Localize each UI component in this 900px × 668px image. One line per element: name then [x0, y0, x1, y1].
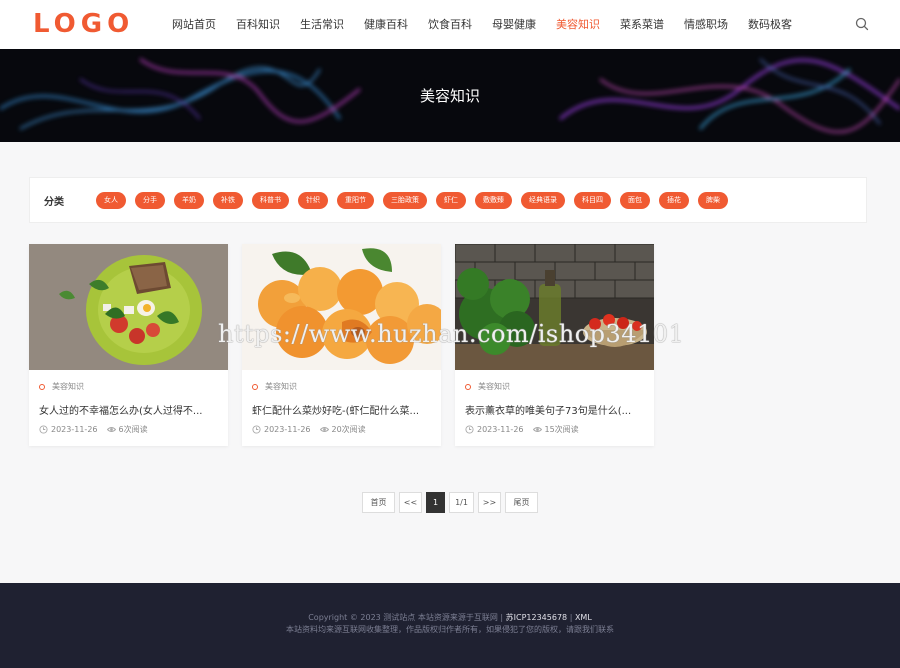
pager-current-page[interactable]: 1 [426, 492, 445, 513]
tag-item[interactable]: 女人 [96, 192, 126, 209]
herbs-tomatoes-image [455, 244, 654, 370]
article-thumbnail[interactable] [29, 244, 228, 370]
nav-item-beauty[interactable]: 美容知识 [546, 0, 610, 49]
pager-last-button[interactable]: 尾页 [505, 492, 538, 513]
category-dot-icon [39, 383, 45, 390]
watermark-text: https://www.huzhan.com/ishop34101 [218, 320, 685, 348]
pagination: 首页 << 1 1/1 >> 尾页 [362, 492, 538, 513]
clock-icon [252, 425, 261, 434]
site-logo[interactable]: LOGO [33, 9, 134, 39]
article-title[interactable]: 虾仁配什么菜炒好吃-(虾仁配什么菜... [252, 402, 434, 417]
article-category[interactable]: 美容知识 [52, 381, 84, 392]
nav-item-digital[interactable]: 数码极客 [738, 0, 802, 49]
pager-page-count: 1/1 [449, 492, 474, 513]
article-title[interactable]: 女人过的不幸福怎么办(女人过得不... [39, 402, 221, 417]
article-date: 2023-11-26 [477, 425, 524, 434]
nav-item-career[interactable]: 情感职场 [674, 0, 738, 49]
category-label: 分类 [44, 197, 64, 208]
page-title: 美容知识 [419, 87, 480, 105]
eye-icon [319, 427, 329, 432]
nav-item-home[interactable]: 网站首页 [162, 0, 226, 49]
nav-item-health[interactable]: 健康百科 [354, 0, 418, 49]
tag-item[interactable]: 重阳节 [337, 192, 374, 209]
tag-item[interactable]: 插花 [659, 192, 689, 209]
article-date: 2023-11-26 [264, 425, 311, 434]
nav-item-recipes[interactable]: 菜系菜谱 [610, 0, 674, 49]
article-category[interactable]: 美容知识 [265, 381, 297, 392]
search-icon[interactable] [855, 17, 869, 31]
article-views: 20次阅读 [331, 425, 366, 434]
eye-icon [106, 427, 116, 432]
article-views: 6次阅读 [118, 425, 148, 434]
footer-copyright: Copyright © 2023 测试站点 本站资源来源于互联网 [308, 613, 498, 622]
tag-item[interactable]: 虾仁 [436, 192, 466, 209]
page-banner: 美容知识 [0, 49, 900, 142]
article-date: 2023-11-26 [51, 425, 98, 434]
article-thumbnail[interactable] [455, 244, 654, 370]
tag-item[interactable]: 针织 [298, 192, 328, 209]
nav-item-diet[interactable]: 饮食百科 [418, 0, 482, 49]
category-filter: 分类 女人 分手 羊奶 补铁 科普书 针织 重阳节 三胎政策 虾仁 敷敷臻 经典… [29, 177, 867, 223]
pager-first-button[interactable]: 首页 [362, 492, 395, 513]
tag-item[interactable]: 脾柴 [698, 192, 728, 209]
tag-item[interactable]: 科目四 [574, 192, 611, 209]
site-header: LOGO 网站首页 百科知识 生活常识 健康百科 饮食百科 母婴健康 美容知识 … [0, 0, 900, 49]
nav-item-maternal[interactable]: 母婴健康 [482, 0, 546, 49]
tag-item[interactable]: 分手 [135, 192, 165, 209]
main-nav: 网站首页 百科知识 生活常识 健康百科 饮食百科 母婴健康 美容知识 菜系菜谱 … [162, 0, 802, 49]
category-dot-icon [252, 383, 258, 390]
nav-item-encyclopedia[interactable]: 百科知识 [226, 0, 290, 49]
tag-item[interactable]: 面包 [620, 192, 650, 209]
article-card[interactable]: 美容知识 女人过的不幸福怎么办(女人过得不... 2023-11-26 6次阅读 [29, 244, 228, 446]
pager-prev-button[interactable]: << [399, 492, 422, 513]
footer-icp-link[interactable]: 苏ICP12345678 [506, 613, 568, 622]
article-views: 15次阅读 [544, 425, 579, 434]
category-tags: 女人 分手 羊奶 补铁 科普书 针织 重阳节 三胎政策 虾仁 敷敷臻 经典语录 … [96, 192, 728, 209]
clock-icon [465, 425, 474, 434]
eye-icon [532, 427, 542, 432]
tag-item[interactable]: 补铁 [213, 192, 243, 209]
article-thumbnail[interactable] [242, 244, 441, 370]
tag-item[interactable]: 经典语录 [521, 192, 565, 209]
pager-next-button[interactable]: >> [478, 492, 501, 513]
nav-item-life-tips[interactable]: 生活常识 [290, 0, 354, 49]
tag-item[interactable]: 敷敷臻 [475, 192, 512, 209]
site-footer: Copyright © 2023 测试站点 本站资源来源于互联网 | 苏ICP1… [0, 583, 900, 668]
salad-plate-image [29, 244, 228, 370]
tag-item[interactable]: 科普书 [252, 192, 289, 209]
apricots-image [242, 244, 441, 370]
clock-icon [39, 425, 48, 434]
footer-notice: 本站资料均来源互联网收集整理，作品版权归作者所有，如果侵犯了您的版权，请跟我们联… [286, 625, 614, 634]
tag-item[interactable]: 羊奶 [174, 192, 204, 209]
tag-item[interactable]: 三胎政策 [383, 192, 427, 209]
article-title[interactable]: 表示薰衣草的唯美句子73句是什么(... [465, 402, 647, 417]
category-dot-icon [465, 383, 471, 390]
article-category[interactable]: 美容知识 [478, 381, 510, 392]
footer-xml-link[interactable]: XML [575, 613, 592, 622]
